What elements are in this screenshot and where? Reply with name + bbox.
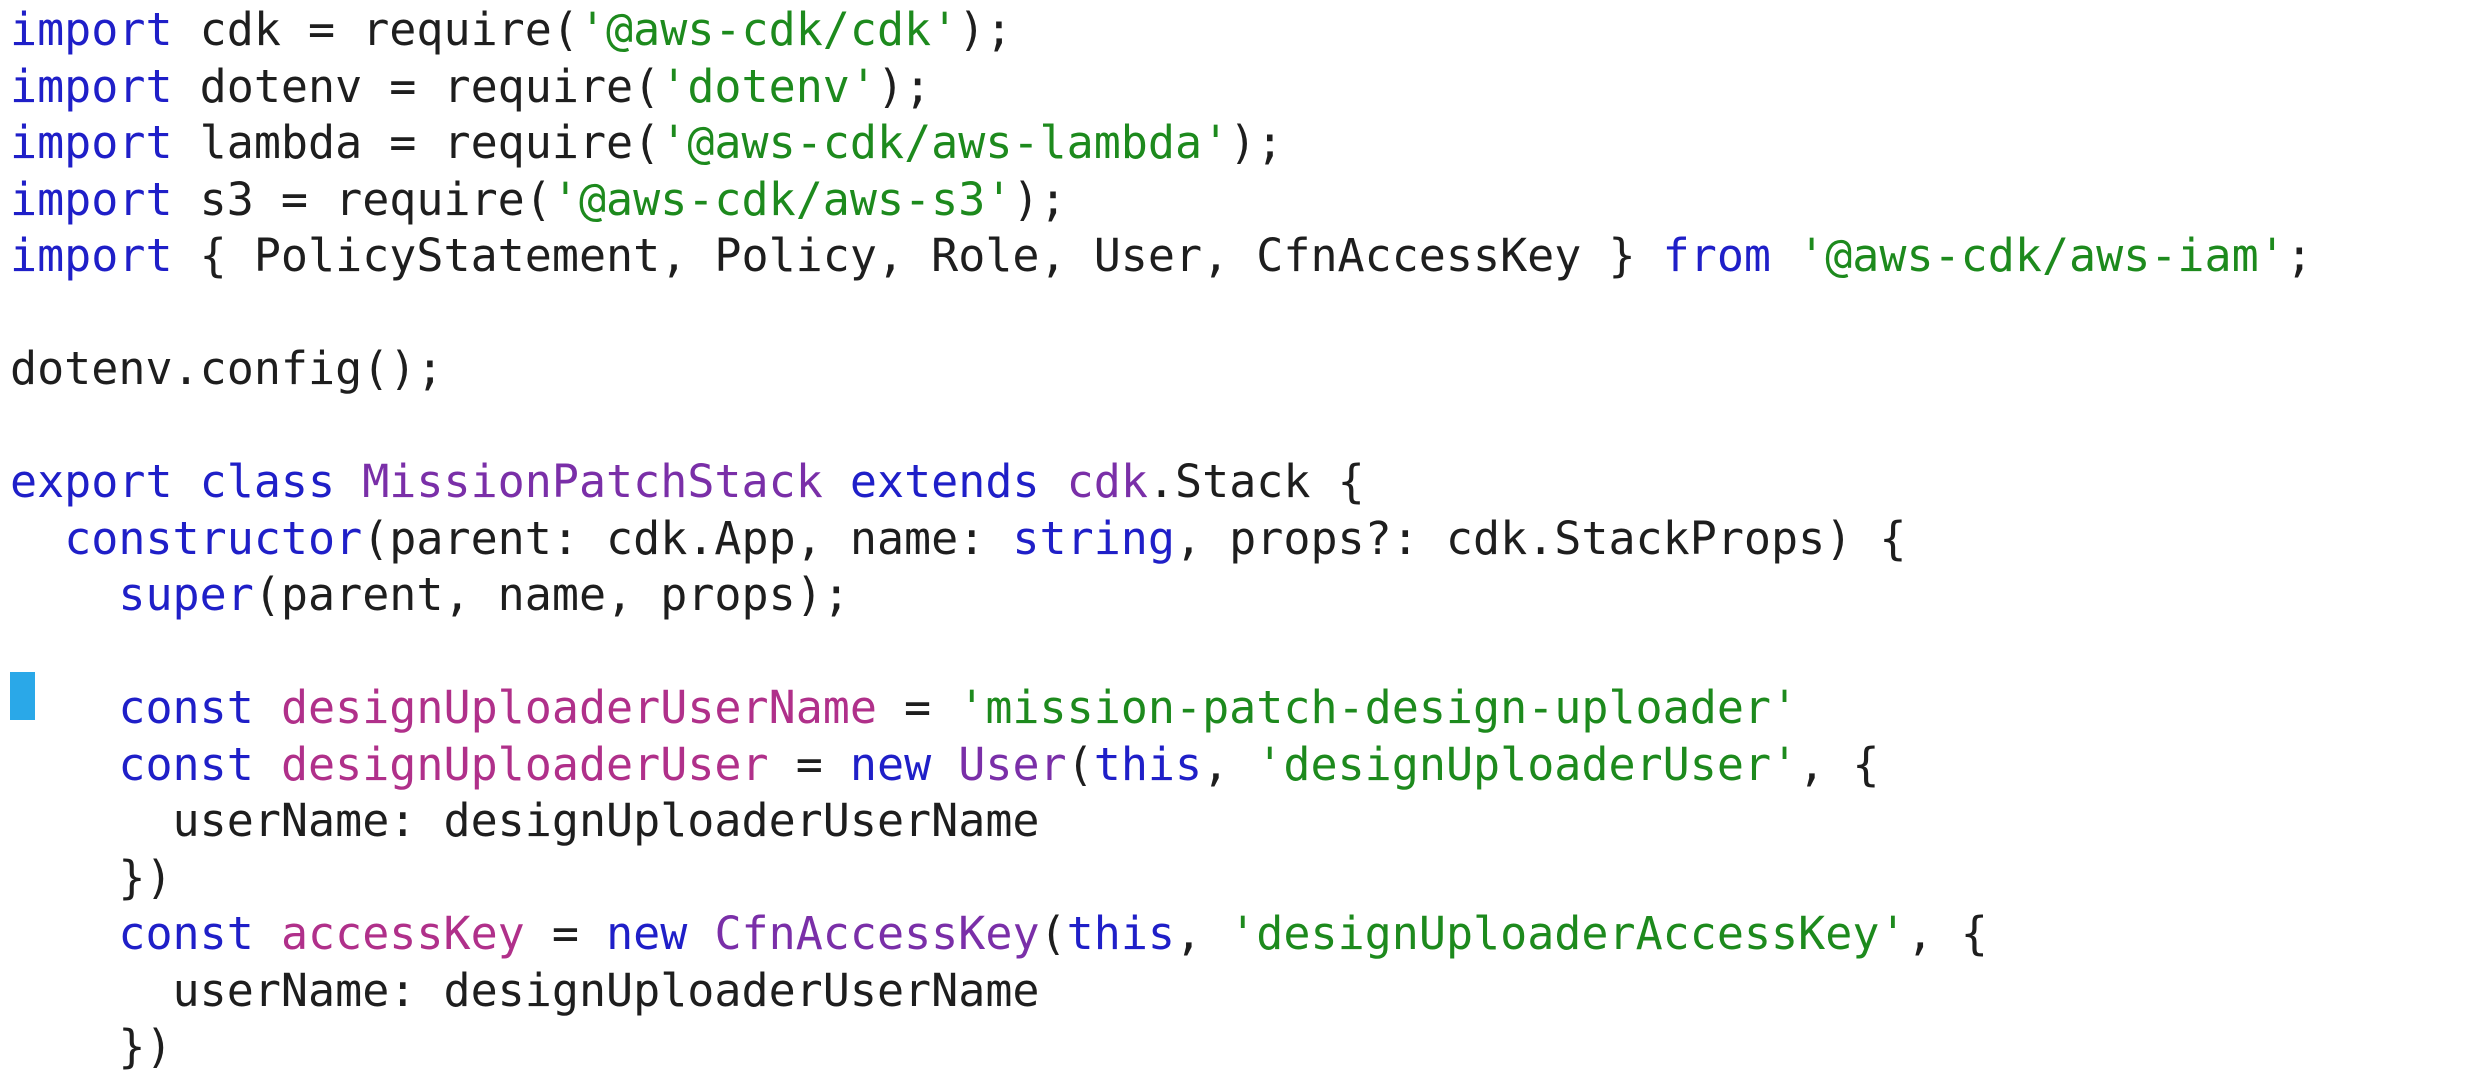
- code-token-default: userName: designUploaderUserName: [10, 963, 1040, 1017]
- code-token-default: [254, 907, 281, 960]
- code-token-default: =: [876, 681, 959, 734]
- code-token-default: );: [958, 3, 1013, 56]
- code-token-string: 'dotenv': [660, 59, 877, 113]
- code-token-default: cdk = require(: [172, 3, 579, 56]
- code-token-default: [173, 455, 200, 508]
- code-token-keyword: const: [118, 681, 254, 734]
- code-token-keyword: import: [10, 229, 173, 282]
- code-token-class: MissionPatchStack: [362, 455, 823, 508]
- code-token-default: [254, 738, 281, 791]
- code-token-default: [1771, 229, 1798, 282]
- code-token-default: ;: [2285, 229, 2313, 282]
- code-line[interactable]: const designUploaderUserName = 'mission-…: [10, 680, 1798, 736]
- code-token-default: );: [1229, 116, 1284, 169]
- code-token-default: =: [524, 907, 607, 960]
- code-token-keyword: class: [199, 455, 336, 508]
- code-line[interactable]: import s3 = require('@aws-cdk/aws-s3');: [10, 172, 1067, 228]
- code-token-keyword: from: [1662, 229, 1772, 282]
- code-line[interactable]: constructor(parent: cdk.App, name: strin…: [10, 511, 1906, 567]
- code-editor[interactable]: import cdk = require('@aws-cdk/cdk'); imp…: [0, 0, 2478, 1070]
- code-token-keyword: export: [10, 455, 173, 508]
- code-token-default: lambda = require(: [172, 116, 661, 169]
- code-token-keyword: super: [118, 568, 254, 621]
- code-token-default: .Stack {: [1147, 455, 1365, 508]
- code-token-default: ,: [1175, 907, 1230, 960]
- code-token-default: [10, 738, 118, 791]
- code-line[interactable]: import lambda = require('@aws-cdk/aws-la…: [10, 115, 1283, 171]
- code-token-default: }): [10, 850, 173, 904]
- code-token-string: '@aws-cdk/aws-lambda': [660, 116, 1230, 169]
- code-token-default: (: [1066, 737, 1094, 791]
- code-token-default: , {: [1906, 907, 1988, 960]
- code-token-keyword: new: [606, 907, 688, 960]
- code-token-default: }): [10, 1020, 173, 1070]
- code-token-default: =: [768, 737, 850, 791]
- code-token-default: [823, 455, 850, 508]
- code-token-keyword: import: [10, 172, 173, 226]
- code-token-keyword: this: [1093, 737, 1203, 791]
- code-token-default: [10, 512, 64, 565]
- code-token-keyword: const: [118, 907, 254, 960]
- code-line[interactable]: import { PolicyStatement, Policy, Role, …: [10, 228, 2313, 284]
- code-token-default: , {: [1798, 737, 1880, 791]
- code-token-class: cdk: [1066, 455, 1148, 508]
- code-line[interactable]: export class MissionPatchStack extends c…: [10, 454, 1365, 510]
- code-token-string: '@aws-cdk/aws-s3': [551, 172, 1013, 226]
- code-token-class: CfnAccessKey: [714, 907, 1040, 960]
- code-line[interactable]: const accessKey = new CfnAccessKey(this,…: [10, 906, 1988, 962]
- code-token-default: );: [1012, 172, 1067, 226]
- code-token-variable: designUploaderUser: [280, 737, 769, 791]
- code-token-default: dotenv = require(: [172, 59, 661, 113]
- code-token-default: [1040, 455, 1067, 508]
- code-token-default: [931, 738, 958, 791]
- code-token-default: [10, 568, 118, 621]
- code-token-default: s3 = require(: [172, 172, 552, 226]
- code-token-string: 'designUploaderUser': [1256, 737, 1799, 791]
- code-token-string: '@aws-cdk/aws-iam': [1798, 229, 2286, 282]
- code-token-variable: accessKey: [280, 907, 525, 960]
- code-token-variable: designUploaderUserName: [280, 681, 877, 734]
- code-token-keyword: string: [1012, 511, 1175, 565]
- code-token-default: , props?: cdk.StackProps) {: [1174, 511, 1907, 565]
- code-token-default: );: [876, 59, 932, 113]
- code-token-keyword: this: [1066, 907, 1176, 960]
- code-line[interactable]: }): [10, 1019, 173, 1070]
- code-token-keyword: constructor: [64, 511, 363, 565]
- code-token-default: userName: designUploaderUserName: [10, 794, 1040, 847]
- code-line[interactable]: super(parent, name, props);: [10, 567, 850, 623]
- code-token-default: [254, 681, 281, 734]
- code-token-keyword: extends: [849, 455, 1040, 508]
- code-line[interactable]: userName: designUploaderUserName: [10, 963, 1040, 1019]
- code-line[interactable]: import dotenv = require('dotenv');: [10, 59, 931, 115]
- code-token-default: (: [1039, 907, 1067, 960]
- code-token-keyword: new: [849, 737, 932, 791]
- code-token-default: [335, 455, 362, 508]
- code-token-default: ,: [1202, 737, 1257, 791]
- code-token-default: { PolicyStatement, Policy, Role, User, C…: [172, 229, 1663, 282]
- code-token-keyword: const: [118, 737, 254, 791]
- code-token-keyword: import: [10, 116, 173, 169]
- code-token-default: (parent: cdk.App, name:: [362, 511, 1013, 565]
- code-line[interactable]: userName: designUploaderUserName: [10, 793, 1040, 849]
- code-token-default: (parent, name, props);: [253, 568, 850, 621]
- code-line[interactable]: import cdk = require('@aws-cdk/cdk');: [10, 2, 1012, 58]
- code-token-class: User: [958, 737, 1067, 791]
- code-line[interactable]: dotenv.config();: [10, 341, 443, 397]
- code-token-string: 'designUploaderAccessKey': [1229, 907, 1907, 960]
- code-token-string: '@aws-cdk/cdk': [578, 3, 959, 56]
- code-line[interactable]: }): [10, 850, 173, 906]
- code-line[interactable]: const designUploaderUser = new User(this…: [10, 737, 1879, 793]
- code-token-default: dotenv.config();: [10, 342, 444, 395]
- text-cursor: [10, 672, 35, 720]
- code-token-default: [10, 907, 118, 960]
- code-token-keyword: import: [10, 59, 173, 113]
- code-token-string: 'mission-patch-design-uploader': [958, 681, 1799, 734]
- code-token-default: [687, 907, 714, 960]
- code-token-keyword: import: [10, 3, 173, 56]
